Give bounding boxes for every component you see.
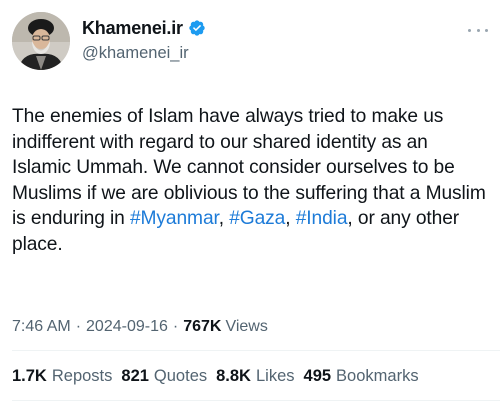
author-name-row: Khamenei.ir — [82, 17, 206, 39]
bookmarks-count: 495 — [303, 367, 332, 385]
tweet-date[interactable]: 2024-09-16 — [86, 318, 168, 336]
reposts-stat[interactable]: 1.7K Reposts — [12, 367, 112, 386]
divider — [12, 400, 500, 401]
views-count: 767K — [183, 318, 222, 335]
quotes-label: Quotes — [153, 367, 208, 385]
hashtag-link[interactable]: #Myanmar — [130, 208, 219, 229]
tweet-text-segment: , — [218, 208, 230, 229]
avatar-image — [12, 12, 70, 70]
tweet-meta: 7:46 AM · 2024-09-16 · 767K Views — [12, 318, 268, 336]
likes-count: 8.8K — [216, 367, 251, 385]
reposts-count: 1.7K — [12, 367, 47, 385]
quotes-stat[interactable]: 821 Quotes — [121, 367, 207, 386]
bookmarks-label: Bookmarks — [336, 367, 419, 385]
quotes-count: 821 — [121, 367, 149, 385]
verified-badge-icon — [188, 19, 206, 37]
tweet-text: The enemies of Islam have always tried t… — [12, 104, 490, 257]
meta-separator: · — [75, 318, 82, 335]
bookmarks-stat[interactable]: 495 Bookmarks — [304, 367, 419, 386]
avatar[interactable] — [12, 12, 70, 70]
tweet-detail: Khamenei.ir @khamenei_ir The enemies of … — [0, 0, 500, 403]
likes-label: Likes — [255, 367, 295, 385]
hashtag-link[interactable]: #Gaza — [229, 208, 285, 229]
views-label: Views — [225, 318, 268, 335]
hashtag-link[interactable]: #India — [296, 208, 348, 229]
divider — [12, 350, 500, 351]
reposts-label: Reposts — [51, 367, 113, 385]
tweet-text-segment: , — [285, 208, 296, 229]
engagement-stats: 1.7K Reposts 821 Quotes 8.8K Likes 495 B… — [12, 367, 428, 386]
likes-stat[interactable]: 8.8K Likes — [216, 367, 294, 386]
tweet-time[interactable]: 7:46 AM — [12, 318, 71, 336]
meta-separator: · — [172, 318, 179, 335]
more-options-icon[interactable] — [468, 27, 488, 33]
author-display-name[interactable]: Khamenei.ir — [82, 18, 183, 39]
author-handle[interactable]: @khamenei_ir — [82, 44, 189, 63]
